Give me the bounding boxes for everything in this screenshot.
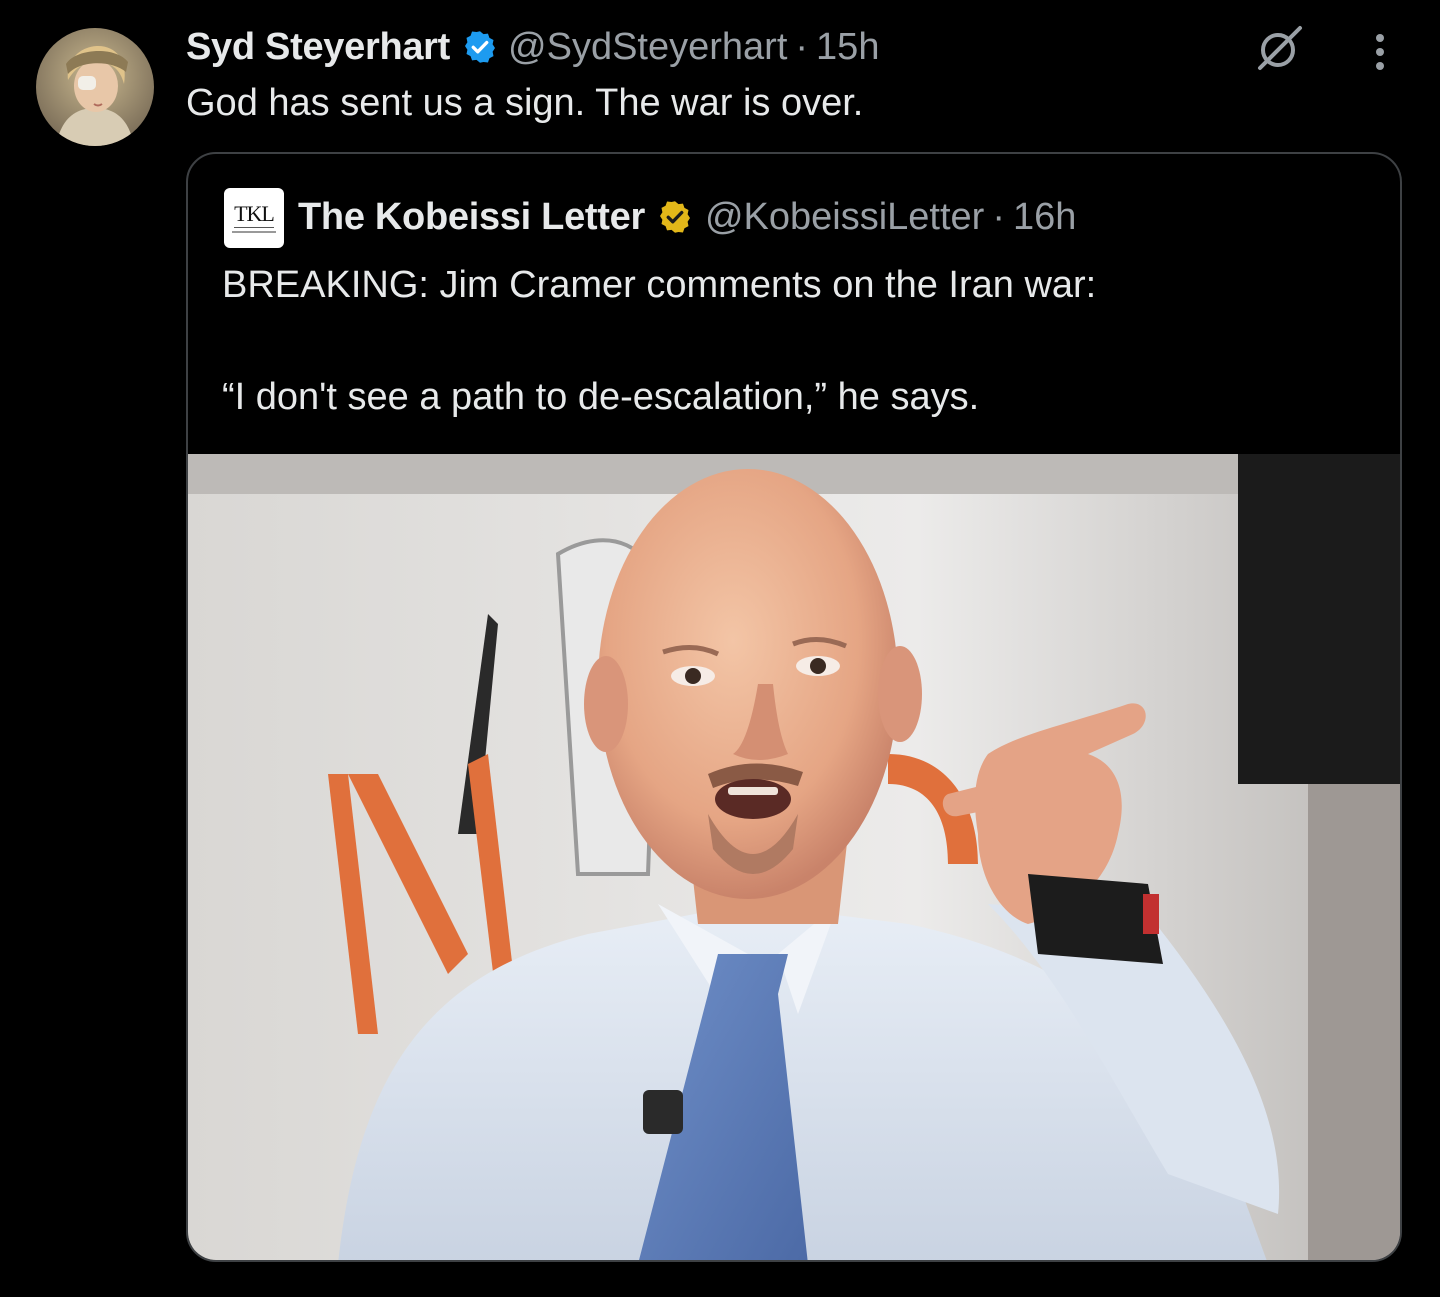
quoted-author-avatar[interactable]: TKL	[224, 188, 284, 248]
quoted-author-handle[interactable]: @KobeissiLetter	[705, 196, 984, 239]
logo-subline	[232, 231, 276, 233]
more-vertical-icon[interactable]	[1362, 30, 1398, 74]
quoted-tweet-timestamp[interactable]: 16h	[1013, 196, 1076, 239]
author-avatar[interactable]	[36, 28, 154, 146]
tweet-text: God has sent us a sign. The war is over.	[186, 82, 864, 124]
quoted-author-display-name[interactable]: The Kobeissi Letter	[298, 196, 645, 239]
quoted-tweet-text-line-2: “I don't see a path to de-escalation,” h…	[222, 376, 980, 418]
gold-verified-badge-icon	[657, 199, 693, 235]
grok-icon[interactable]	[1252, 24, 1308, 72]
quoted-separator-dot: ·	[992, 195, 1005, 238]
quoted-tweet-header: The Kobeissi Letter @KobeissiLetter · 16…	[298, 192, 1076, 242]
tkl-logo: TKL	[234, 201, 275, 228]
author-display-name[interactable]: Syd Steyerhart	[186, 26, 450, 69]
tweet-timestamp[interactable]: 15h	[816, 26, 879, 69]
tweet-header: Syd Steyerhart @SydSteyerhart · 15h	[186, 22, 879, 72]
quoted-tweet-photo[interactable]	[188, 454, 1400, 1260]
author-handle[interactable]: @SydSteyerhart	[508, 26, 787, 69]
tweet: Syd Steyerhart @SydSteyerhart · 15h God …	[0, 0, 1440, 1297]
separator-dot: ·	[795, 25, 809, 68]
quoted-tweet-card[interactable]: TKL The Kobeissi Letter @KobeissiLetter …	[186, 152, 1402, 1262]
quoted-tweet-text-line-1: BREAKING: Jim Cramer comments on the Ira…	[222, 264, 1097, 306]
verified-badge-icon	[462, 29, 498, 65]
